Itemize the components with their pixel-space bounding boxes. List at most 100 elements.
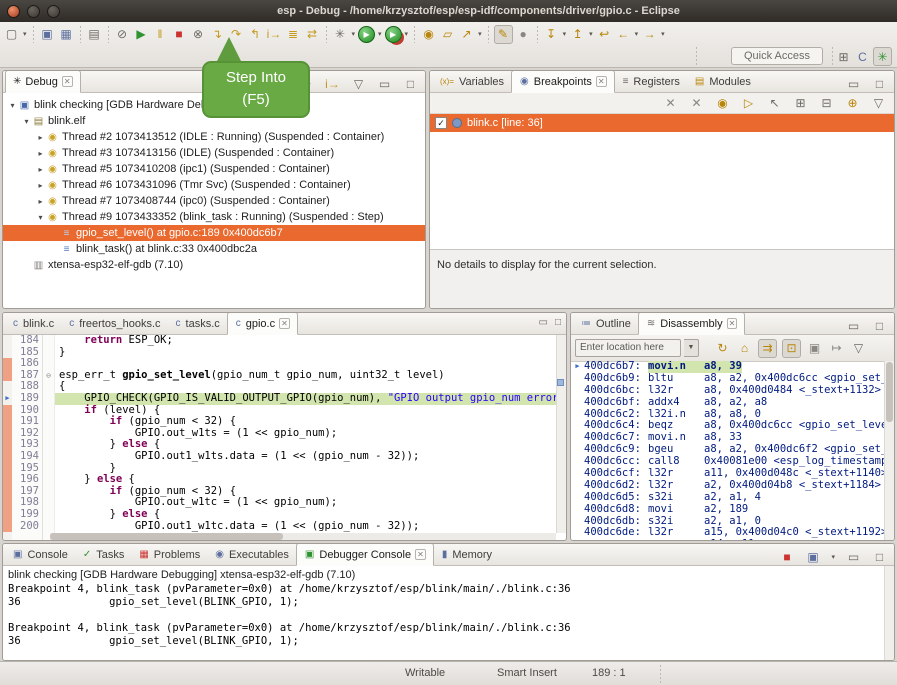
- disassembly-line[interactable]: 400dc6d2:l32ra2, 0x400d04b8 <_stext+1184…: [571, 480, 894, 492]
- minimize-button[interactable]: ▭: [376, 75, 393, 92]
- last-edit-location-button[interactable]: ↩: [596, 26, 613, 43]
- view-menu-button[interactable]: ▽: [870, 95, 887, 112]
- step-return-button[interactable]: ↰: [247, 26, 264, 43]
- expander-icon[interactable]: ▸: [35, 181, 46, 190]
- minimize-button[interactable]: ▭: [845, 317, 862, 334]
- close-icon[interactable]: ✕: [62, 76, 73, 87]
- debug-button-dropdown[interactable]: ▾: [352, 30, 356, 38]
- build-binary-button[interactable]: ▤: [86, 26, 103, 43]
- terminate-console-button[interactable]: ■: [778, 548, 795, 565]
- display-selected-console-button[interactable]: ▣: [804, 548, 821, 565]
- disassembly-line[interactable]: 400dc6d5:s32ia2, a1, 4: [571, 492, 894, 504]
- previous-annotation-button[interactable]: ↥: [569, 26, 586, 43]
- breakpoint-checkbox[interactable]: ✓: [435, 117, 447, 129]
- expander-icon[interactable]: ▸: [35, 165, 46, 174]
- back-button-dropdown[interactable]: ▾: [635, 30, 639, 38]
- view-menu-button[interactable]: ▽: [850, 340, 867, 357]
- minimize-button[interactable]: ▭: [845, 75, 862, 92]
- editor-horizontal-scrollbar[interactable]: [50, 533, 556, 540]
- disassembly-listing[interactable]: ▶400dc6b7:movi.na8, 39400dc6b9:bltua8, a…: [571, 361, 894, 540]
- disassembly-line[interactable]: 400dc6d8:movia2, 189: [571, 504, 894, 516]
- disassembly-line[interactable]: mov.na14, a11: [571, 539, 894, 540]
- breakpoint-row[interactable]: ✓ blink.c [line: 36]: [430, 114, 894, 132]
- instruction-stepping-mode-button[interactable]: i→: [324, 75, 341, 92]
- link-with-debug-button[interactable]: ⊕: [844, 95, 861, 112]
- save-all-button[interactable]: ▦: [58, 26, 75, 43]
- close-icon[interactable]: ✕: [279, 318, 290, 329]
- tab-tasks-c[interactable]: ctasks.c: [168, 313, 227, 334]
- window-close-button[interactable]: [7, 5, 20, 18]
- tab-tasks[interactable]: ✓Tasks: [75, 544, 132, 565]
- maximize-button[interactable]: □: [871, 548, 888, 565]
- refresh-button[interactable]: ↻: [714, 340, 731, 357]
- show-breakpoints-supported-button[interactable]: ◉: [714, 95, 731, 112]
- select-breakpoint-button[interactable]: ↖: [766, 95, 783, 112]
- maximize-button[interactable]: □: [402, 75, 419, 92]
- window-minimize-button[interactable]: [27, 5, 40, 18]
- tab-freertos-hooks-c[interactable]: cfreertos_hooks.c: [61, 313, 167, 334]
- open-resource-button[interactable]: ◉: [420, 26, 437, 43]
- suspend-button[interactable]: ‖: [152, 26, 169, 43]
- previous-annotation-button-dropdown[interactable]: ▾: [589, 30, 593, 38]
- disconnect-button[interactable]: ⊗: [190, 26, 207, 43]
- maximize-button[interactable]: □: [555, 317, 561, 328]
- edit-step-filters-button[interactable]: ⇄: [304, 26, 321, 43]
- thread-node[interactable]: ▸◉Thread #6 1073431096 (Tmr Svc) (Suspen…: [3, 177, 425, 193]
- back-button[interactable]: ←: [615, 26, 632, 43]
- tab-disassembly[interactable]: ≋Disassembly✕: [638, 312, 745, 335]
- show-source-button[interactable]: ⊡: [782, 339, 801, 358]
- goto-breakpoint-file-button[interactable]: ▷: [740, 95, 757, 112]
- home-button[interactable]: ⌂: [736, 340, 753, 357]
- launch-config-button-dropdown[interactable]: ▾: [478, 30, 482, 38]
- tab-breakpoints[interactable]: ◉Breakpoints✕: [511, 70, 615, 93]
- gdb-node[interactable]: ▥xtensa-esp32-elf-gdb (7.10): [3, 257, 425, 273]
- tab-debugger-console[interactable]: ▣Debugger Console✕: [296, 543, 434, 566]
- thread-node[interactable]: ▸◉Thread #7 1073408744 (ipc0) (Suspended…: [3, 193, 425, 209]
- display-selected-console-button-dropdown[interactable]: ▾: [831, 553, 835, 561]
- external-tools-button-dropdown[interactable]: ▾: [405, 30, 409, 38]
- minimize-button[interactable]: ▭: [845, 548, 862, 565]
- overview-ruler[interactable]: [556, 335, 566, 533]
- code-line-195[interactable]: }: [59, 463, 566, 475]
- external-tools-button[interactable]: ▶: [385, 26, 402, 43]
- disassembly-line[interactable]: 400dc6bc:l32ra8, 0x400d0484 <_stext+1132…: [571, 385, 894, 397]
- location-input[interactable]: Enter location here: [575, 339, 681, 357]
- stack-frame-node[interactable]: ≡blink_task() at blink.c:33 0x400dbc2a: [3, 241, 425, 257]
- console-output[interactable]: Breakpoint 4, blink_task (pvParameter=0x…: [3, 583, 894, 648]
- terminate-button[interactable]: ■: [171, 26, 188, 43]
- source-code-area[interactable]: return ESP_OK;} esp_err_t gpio_set_level…: [55, 335, 566, 540]
- close-icon[interactable]: ✕: [727, 318, 738, 329]
- tab-gpio-c[interactable]: cgpio.c✕: [227, 312, 298, 335]
- expander-icon[interactable]: ▸: [35, 133, 46, 142]
- view-menu-button[interactable]: ▽: [350, 75, 367, 92]
- open-folder-button[interactable]: ▱: [439, 26, 456, 43]
- thread-node[interactable]: ▸◉Thread #2 1073413512 (IDLE : Running) …: [3, 129, 425, 145]
- next-annotation-button-dropdown[interactable]: ▾: [563, 30, 567, 38]
- expander-icon[interactable]: ▾: [35, 213, 46, 222]
- disassembly-line[interactable]: 400dc6b9:bltua8, a2, 0x400dc6cc <gpio_se…: [571, 373, 894, 385]
- code-line-200[interactable]: GPIO.out1_w1tc.data = (1 << (gpio_num - …: [59, 521, 566, 533]
- sync-with-pc-button[interactable]: ⇉: [758, 339, 777, 358]
- tab-registers[interactable]: ≡Registers: [615, 71, 687, 92]
- expander-icon[interactable]: ▸: [35, 197, 46, 206]
- quick-access-box[interactable]: Quick Access: [731, 47, 823, 65]
- disassembly-scrollbar[interactable]: [884, 361, 894, 540]
- code-editor[interactable]: ▶ 18418518618718818919019119219319419519…: [3, 335, 566, 540]
- tab-variables[interactable]: (x)=Variables: [432, 71, 511, 92]
- next-annotation-button[interactable]: ↧: [543, 26, 560, 43]
- console-scrollbar[interactable]: [884, 566, 894, 660]
- tab-console[interactable]: ▣Console: [5, 544, 75, 565]
- launch-config-button[interactable]: ↗: [458, 26, 475, 43]
- expander-icon[interactable]: ▾: [7, 101, 18, 110]
- tab-executables[interactable]: ◉Executables: [207, 544, 296, 565]
- open-perspective-button[interactable]: ⊞: [835, 48, 852, 65]
- cpp-perspective-button[interactable]: C: [854, 48, 871, 65]
- close-icon[interactable]: ✕: [415, 549, 426, 560]
- save-button[interactable]: ▣: [39, 26, 56, 43]
- toggle-annotations-button[interactable]: ●: [515, 26, 532, 43]
- disassembly-line[interactable]: 400dc6bf:addx4a8, a2, a8: [571, 397, 894, 409]
- tab-outline[interactable]: ≔Outline: [573, 313, 638, 334]
- run-button-dropdown[interactable]: ▾: [378, 30, 382, 38]
- expander-icon[interactable]: ▸: [35, 149, 46, 158]
- tab-problems[interactable]: ▦Problems: [131, 544, 207, 565]
